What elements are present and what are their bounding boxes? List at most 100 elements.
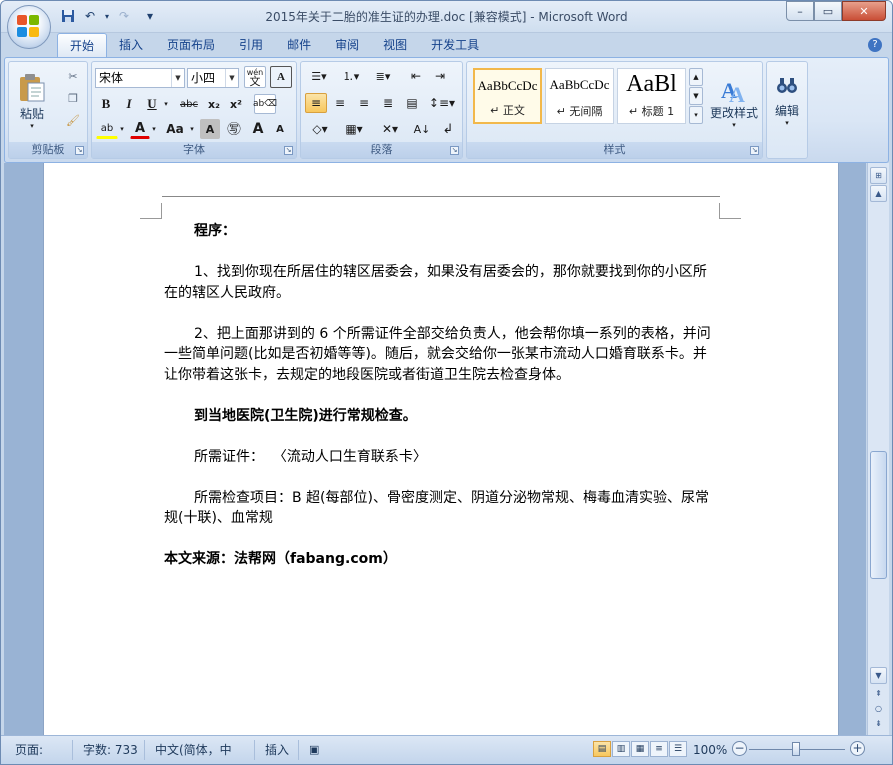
italic-button[interactable]: I (119, 94, 139, 114)
clipboard-launcher-icon[interactable]: ↘ (75, 146, 84, 155)
superscript-button[interactable]: x² (226, 94, 246, 114)
shrink-font-button[interactable]: A (270, 119, 290, 139)
maximize-button[interactable]: ▭ (814, 1, 842, 21)
bold-button[interactable]: B (96, 94, 116, 114)
multilevel-list-icon[interactable]: ≣▾ (369, 66, 397, 86)
outline-view-icon[interactable]: ≡ (650, 741, 668, 757)
scroll-up-icon[interactable]: ▲ (870, 185, 887, 202)
customize-qat-icon[interactable]: ▾ (145, 7, 155, 25)
tab-view[interactable]: 视图 (371, 33, 419, 57)
help-icon[interactable]: ? (868, 38, 882, 52)
tab-references[interactable]: 引用 (227, 33, 275, 57)
clear-formatting-icon[interactable]: ab⌫ (253, 94, 277, 114)
ribbon: 粘贴 ▾ ✂ ❐ 🖌 剪贴板 ↘ 宋体 ▼ 小四 ▼ wén 文 A B I U… (4, 57, 889, 163)
sort-icon[interactable]: A↓ (411, 119, 433, 139)
show-marks-icon[interactable]: ↲ (437, 119, 459, 139)
style-no-spacing[interactable]: AaBbCcDc ↵ 无间隔 (545, 68, 614, 124)
undo-icon[interactable]: ↶ (81, 7, 99, 25)
format-painter-icon[interactable]: 🖌 (63, 111, 83, 129)
document-page[interactable]: 程序： 1、找到你现在所居住的辖区居委会，如果没有居委会的，那你就要找到你的小区… (43, 163, 839, 735)
phonetic-guide-button[interactable]: wén 文 (244, 66, 266, 88)
draft-view-icon[interactable]: ☰ (669, 741, 687, 757)
change-case-button[interactable]: Aa (162, 119, 188, 139)
copy-icon[interactable]: ❐ (63, 89, 83, 107)
vertical-scrollbar[interactable]: ⊞ ▲ ▼ ⇞ ○ ⇟ (867, 163, 889, 735)
shading-icon[interactable]: ◇▾ (305, 119, 335, 139)
print-layout-view-icon[interactable]: ▤ (593, 741, 611, 757)
char-border-button[interactable]: A (270, 66, 292, 88)
language-indicator[interactable]: 中文(简体，中国) (149, 740, 255, 764)
styles-more-icon[interactable]: ▾ (689, 106, 703, 124)
increase-indent-icon[interactable]: ⇥ (429, 66, 451, 86)
font-color-dropdown-icon[interactable]: ▾ (150, 119, 158, 139)
subscript-button[interactable]: x₂ (204, 94, 224, 114)
font-name-combo[interactable]: 宋体 ▼ (95, 68, 185, 88)
tab-page-layout[interactable]: 页面布局 (155, 33, 227, 57)
styles-scroll-down-icon[interactable]: ▼ (689, 87, 703, 105)
underline-dropdown-icon[interactable]: ▾ (162, 94, 170, 114)
font-color-icon[interactable]: A (130, 119, 150, 139)
change-case-dropdown-icon[interactable]: ▾ (188, 119, 196, 139)
macro-record-icon[interactable]: ▣ (303, 740, 323, 760)
redo-icon[interactable]: ↷ (115, 7, 133, 25)
tab-review[interactable]: 审阅 (323, 33, 371, 57)
numbering-icon[interactable]: ⒈▾ (337, 66, 365, 86)
scroll-thumb[interactable] (870, 451, 887, 579)
tab-mailings[interactable]: 邮件 (275, 33, 323, 57)
tab-developer[interactable]: 开发工具 (419, 33, 491, 57)
highlight-color-icon[interactable]: ab (96, 119, 118, 139)
char-shading-button[interactable]: A (200, 119, 220, 139)
next-page-icon[interactable]: ⇟ (870, 716, 887, 733)
zoom-level[interactable]: 100% (687, 740, 733, 760)
close-button[interactable]: ✕ (842, 1, 886, 21)
style-heading-1[interactable]: AaBl ↵ 标题 1 (617, 68, 686, 124)
styles-scroll-up-icon[interactable]: ▲ (689, 68, 703, 86)
grow-font-button[interactable]: A (248, 119, 268, 139)
cut-icon[interactable]: ✂ (63, 67, 83, 85)
styles-launcher-icon[interactable]: ↘ (750, 146, 759, 155)
undo-dropdown-icon[interactable]: ▾ (103, 7, 111, 25)
line-spacing-icon[interactable]: ↕≡▾ (427, 93, 457, 113)
insert-mode[interactable]: 插入 (259, 740, 299, 760)
full-screen-reading-icon[interactable]: ▥ (612, 741, 630, 757)
editing-button[interactable]: 编辑 ▾ (769, 66, 805, 136)
highlight-dropdown-icon[interactable]: ▾ (118, 119, 126, 139)
office-button[interactable] (7, 5, 51, 49)
zoom-in-icon[interactable]: + (850, 741, 865, 756)
strikethrough-button[interactable]: abc (176, 94, 202, 114)
minimize-button[interactable]: – (786, 1, 814, 21)
align-left-icon[interactable]: ≡ (305, 93, 327, 113)
align-center-icon[interactable]: ≡ (329, 93, 351, 113)
justify-icon[interactable]: ≣ (377, 93, 399, 113)
chinese-layout-icon[interactable]: ✕▾ (375, 119, 405, 139)
font-name-dropdown-icon[interactable]: ▼ (171, 69, 184, 87)
web-layout-icon[interactable]: ▦ (631, 741, 649, 757)
underline-button[interactable]: U (142, 94, 162, 114)
font-launcher-icon[interactable]: ↘ (284, 146, 293, 155)
enclose-char-icon[interactable]: ㊢ (224, 119, 244, 139)
change-styles-button[interactable]: AA 更改样式 ▾ (707, 65, 761, 137)
tab-home[interactable]: 开始 (57, 33, 108, 57)
scroll-down-icon[interactable]: ▼ (870, 667, 887, 684)
check-items: 所需检查项目：B 超(每部位)、骨密度测定、阴道分泌物常规、梅毒血清实验、尿常规… (164, 489, 709, 527)
borders-icon[interactable]: ▦▾ (339, 119, 369, 139)
zoom-out-icon[interactable]: − (732, 741, 747, 756)
font-size-combo[interactable]: 小四 ▼ (187, 68, 239, 88)
decrease-indent-icon[interactable]: ⇤ (405, 66, 427, 86)
paragraph-launcher-icon[interactable]: ↘ (450, 146, 459, 155)
align-right-icon[interactable]: ≡ (353, 93, 375, 113)
bullets-icon[interactable]: ☰▾ (305, 66, 333, 86)
zoom-slider-thumb[interactable] (792, 742, 800, 756)
word-count[interactable]: 字数: 733 (77, 740, 145, 760)
tab-insert[interactable]: 插入 (107, 33, 155, 57)
ruler-toggle-icon[interactable]: ⊞ (870, 167, 887, 184)
distributed-icon[interactable]: ▤ (401, 93, 423, 113)
font-size-dropdown-icon[interactable]: ▼ (225, 69, 238, 87)
paste-button[interactable]: 粘贴 ▾ (15, 66, 49, 136)
page-count[interactable]: 页面: 2/2 (9, 740, 73, 764)
document-content[interactable]: 程序： 1、找到你现在所居住的辖区居委会，如果没有居委会的，那你就要找到你的小区… (164, 221, 720, 570)
style-normal[interactable]: AaBbCcDc ↵ 正文 (473, 68, 542, 124)
save-icon[interactable] (59, 7, 77, 25)
font-group-label: 字体 (92, 142, 296, 158)
clipboard-group: 粘贴 ▾ ✂ ❐ 🖌 剪贴板 ↘ (8, 61, 88, 159)
